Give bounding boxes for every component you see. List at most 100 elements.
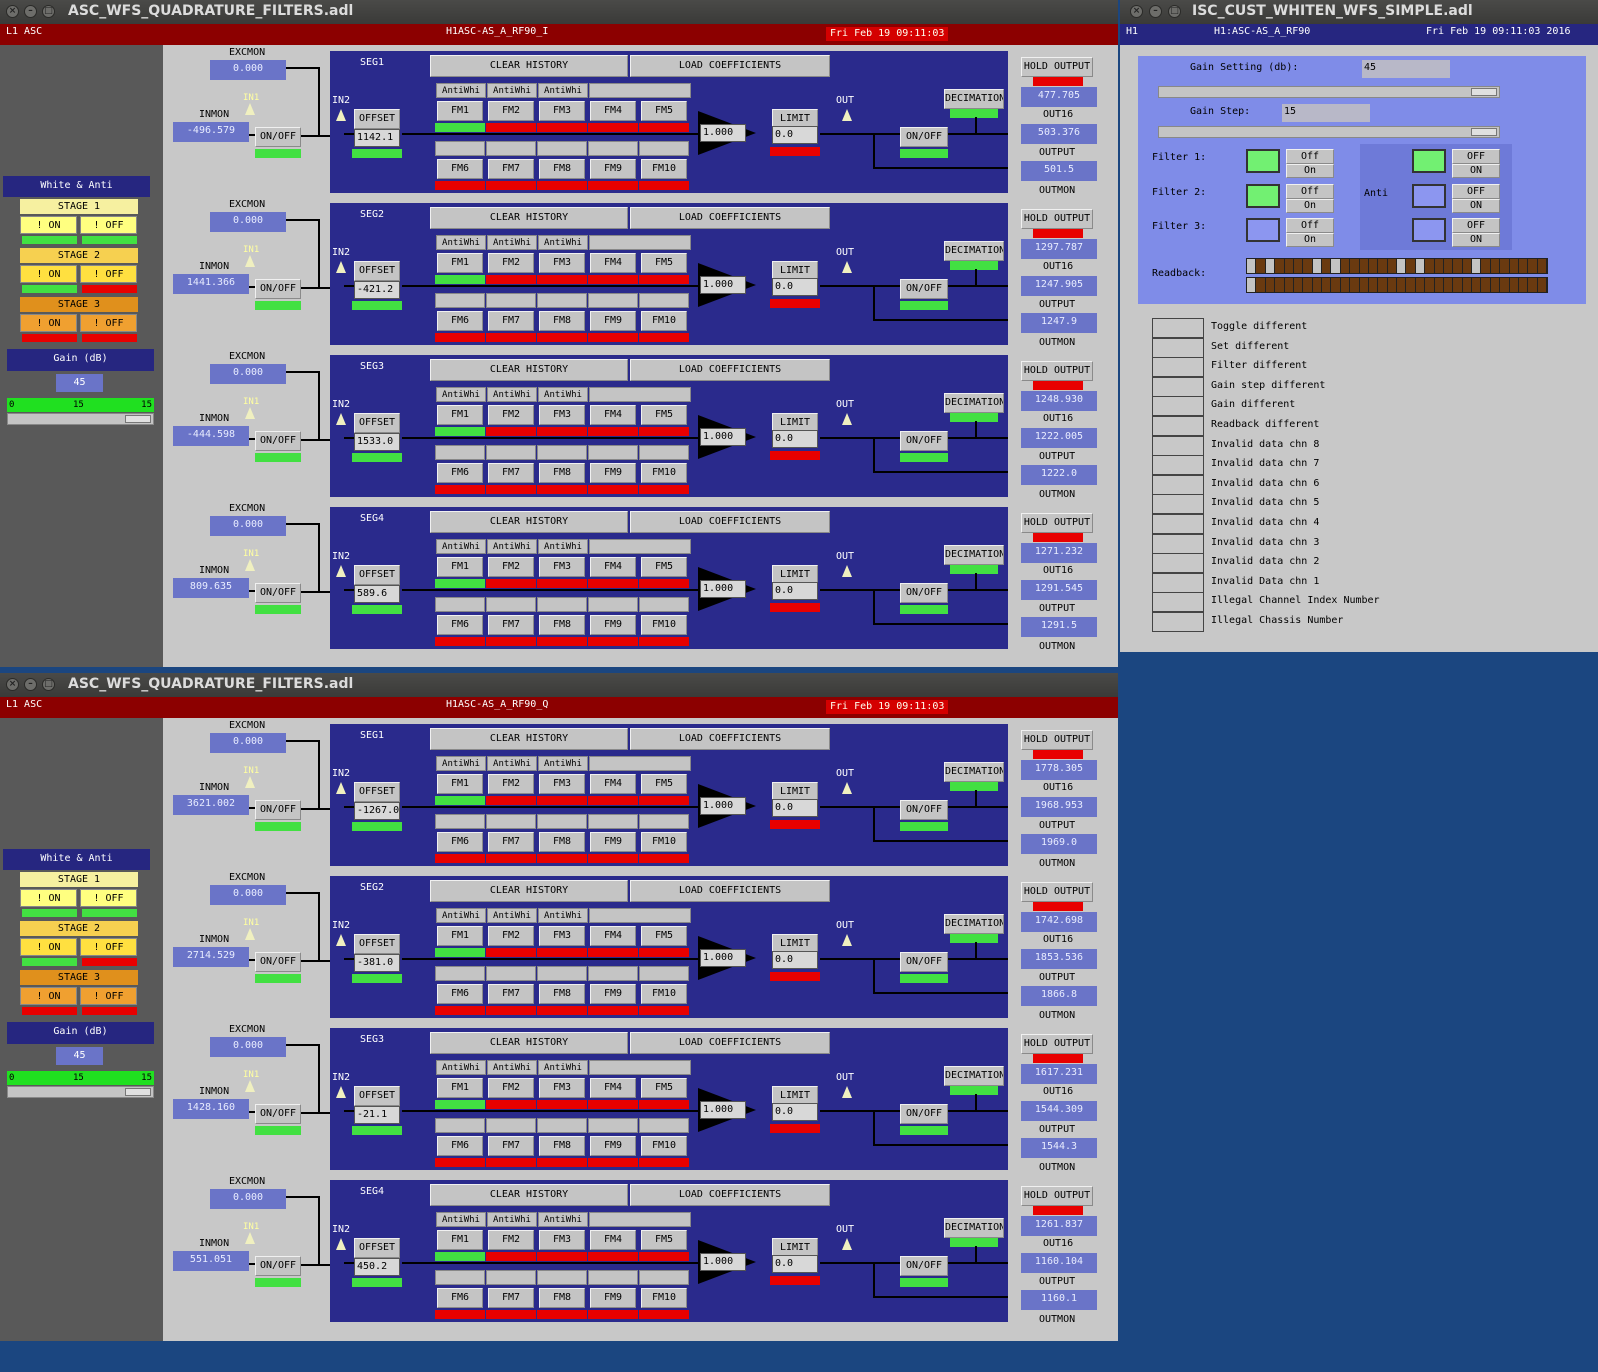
title-bar[interactable]: × – □ ASC_WFS_QUADRATURE_FILTERS.adl: [0, 673, 1118, 697]
fm8-button[interactable]: FM8: [539, 1136, 585, 1156]
hold-output-button[interactable]: HOLD OUTPUT: [1021, 1034, 1093, 1054]
fm6-button[interactable]: FM6: [437, 311, 483, 331]
gain-setting-input[interactable]: 45: [1362, 60, 1450, 78]
offset-button[interactable]: OFFSET: [354, 934, 400, 954]
fm10-button[interactable]: FM10: [641, 615, 687, 635]
stage1-on-button[interactable]: ! ON: [20, 216, 77, 234]
fm6-button[interactable]: FM6: [437, 159, 483, 179]
fm5-button[interactable]: FM5: [641, 405, 687, 425]
offset-input[interactable]: 1533.0: [354, 433, 400, 451]
fm9-button[interactable]: FM9: [590, 311, 636, 331]
offset-button[interactable]: OFFSET: [354, 565, 400, 585]
gain-setting-slider[interactable]: [1158, 86, 1500, 98]
decimation-button[interactable]: DECIMATION: [944, 89, 1004, 109]
limit-input[interactable]: 0.0: [772, 582, 818, 600]
fm7-button[interactable]: FM7: [488, 463, 534, 483]
stage2-on-button[interactable]: ! ON: [20, 265, 77, 283]
fm8-button[interactable]: FM8: [539, 1288, 585, 1308]
clear-history-button[interactable]: CLEAR HISTORY: [430, 207, 628, 229]
stage1-off-button[interactable]: ! OFF: [80, 889, 137, 907]
filter3-on-button[interactable]: On: [1286, 233, 1334, 247]
slider-thumb[interactable]: [125, 1088, 151, 1096]
fm4-button[interactable]: FM4: [590, 405, 636, 425]
limit-input[interactable]: 0.0: [772, 126, 818, 144]
limit-input[interactable]: 0.0: [772, 951, 818, 969]
fm8-button[interactable]: FM8: [539, 311, 585, 331]
fm7-button[interactable]: FM7: [488, 984, 534, 1004]
output-onoff-button[interactable]: ON/OFF: [900, 279, 948, 299]
limit-input[interactable]: 0.0: [772, 799, 818, 817]
output-onoff-button[interactable]: ON/OFF: [900, 1256, 948, 1276]
hold-output-button[interactable]: HOLD OUTPUT: [1021, 57, 1093, 77]
filter1-off-button[interactable]: Off: [1286, 149, 1334, 164]
decimation-button[interactable]: DECIMATION: [944, 1066, 1004, 1086]
fm2-button[interactable]: FM2: [488, 926, 534, 946]
fm9-button[interactable]: FM9: [590, 1288, 636, 1308]
load-coefficients-button[interactable]: LOAD COEFFICIENTS: [630, 511, 830, 533]
fm3-button[interactable]: FM3: [539, 557, 585, 577]
close-icon[interactable]: ×: [6, 678, 19, 691]
stage2-on-button[interactable]: ! ON: [20, 938, 77, 956]
close-icon[interactable]: ×: [1130, 5, 1143, 18]
decimation-button[interactable]: DECIMATION: [944, 914, 1004, 934]
anti3-on-button[interactable]: ON: [1452, 233, 1500, 247]
anti2-off-button[interactable]: OFF: [1452, 184, 1500, 199]
offset-button[interactable]: OFFSET: [354, 1238, 400, 1258]
offset-button[interactable]: OFFSET: [354, 109, 400, 129]
load-coefficients-button[interactable]: LOAD COEFFICIENTS: [630, 728, 830, 750]
hold-output-button[interactable]: HOLD OUTPUT: [1021, 1186, 1093, 1206]
maximize-icon[interactable]: □: [42, 5, 55, 18]
fm5-button[interactable]: FM5: [641, 1230, 687, 1250]
fm5-button[interactable]: FM5: [641, 926, 687, 946]
clear-history-button[interactable]: CLEAR HISTORY: [430, 880, 628, 902]
hold-output-button[interactable]: HOLD OUTPUT: [1021, 882, 1093, 902]
fm7-button[interactable]: FM7: [488, 1136, 534, 1156]
fm5-button[interactable]: FM5: [641, 557, 687, 577]
fm5-button[interactable]: FM5: [641, 1078, 687, 1098]
fm5-button[interactable]: FM5: [641, 774, 687, 794]
fm8-button[interactable]: FM8: [539, 615, 585, 635]
whiten-title-bar[interactable]: × – □ ISC_CUST_WHITEN_WFS_SIMPLE.adl: [1120, 0, 1598, 24]
offset-input[interactable]: -1267.0: [354, 802, 400, 820]
input-onoff-button[interactable]: ON/OFF: [255, 279, 301, 299]
filter2-on-button[interactable]: On: [1286, 199, 1334, 213]
limit-input[interactable]: 0.0: [772, 278, 818, 296]
fm9-button[interactable]: FM9: [590, 984, 636, 1004]
input-onoff-button[interactable]: ON/OFF: [255, 583, 301, 603]
clear-history-button[interactable]: CLEAR HISTORY: [430, 359, 628, 381]
fm1-button[interactable]: FM1: [437, 101, 483, 121]
stage3-on-button[interactable]: ! ON: [20, 314, 77, 332]
fm4-button[interactable]: FM4: [590, 557, 636, 577]
fm2-button[interactable]: FM2: [488, 557, 534, 577]
offset-button[interactable]: OFFSET: [354, 413, 400, 433]
fm7-button[interactable]: FM7: [488, 311, 534, 331]
load-coefficients-button[interactable]: LOAD COEFFICIENTS: [630, 1032, 830, 1054]
output-onoff-button[interactable]: ON/OFF: [900, 127, 948, 147]
fm3-button[interactable]: FM3: [539, 1078, 585, 1098]
minimize-icon[interactable]: –: [1149, 5, 1162, 18]
fm4-button[interactable]: FM4: [590, 101, 636, 121]
fm4-button[interactable]: FM4: [590, 1078, 636, 1098]
fm6-button[interactable]: FM6: [437, 984, 483, 1004]
fm10-button[interactable]: FM10: [641, 311, 687, 331]
fm4-button[interactable]: FM4: [590, 1230, 636, 1250]
anti2-on-button[interactable]: ON: [1452, 199, 1500, 213]
fm6-button[interactable]: FM6: [437, 832, 483, 852]
fm1-button[interactable]: FM1: [437, 253, 483, 273]
load-coefficients-button[interactable]: LOAD COEFFICIENTS: [630, 359, 830, 381]
input-onoff-button[interactable]: ON/OFF: [255, 1104, 301, 1124]
hold-output-button[interactable]: HOLD OUTPUT: [1021, 730, 1093, 750]
anti1-off-button[interactable]: OFF: [1452, 149, 1500, 164]
title-bar[interactable]: × – □ ASC_WFS_QUADRATURE_FILTERS.adl: [0, 0, 1118, 24]
minimize-icon[interactable]: –: [24, 5, 37, 18]
fm3-button[interactable]: FM3: [539, 405, 585, 425]
decimation-button[interactable]: DECIMATION: [944, 393, 1004, 413]
load-coefficients-button[interactable]: LOAD COEFFICIENTS: [630, 880, 830, 902]
fm2-button[interactable]: FM2: [488, 101, 534, 121]
fm2-button[interactable]: FM2: [488, 1230, 534, 1250]
stage2-off-button[interactable]: ! OFF: [80, 938, 137, 956]
input-onoff-button[interactable]: ON/OFF: [255, 952, 301, 972]
fm1-button[interactable]: FM1: [437, 926, 483, 946]
fm3-button[interactable]: FM3: [539, 253, 585, 273]
input-onoff-button[interactable]: ON/OFF: [255, 800, 301, 820]
